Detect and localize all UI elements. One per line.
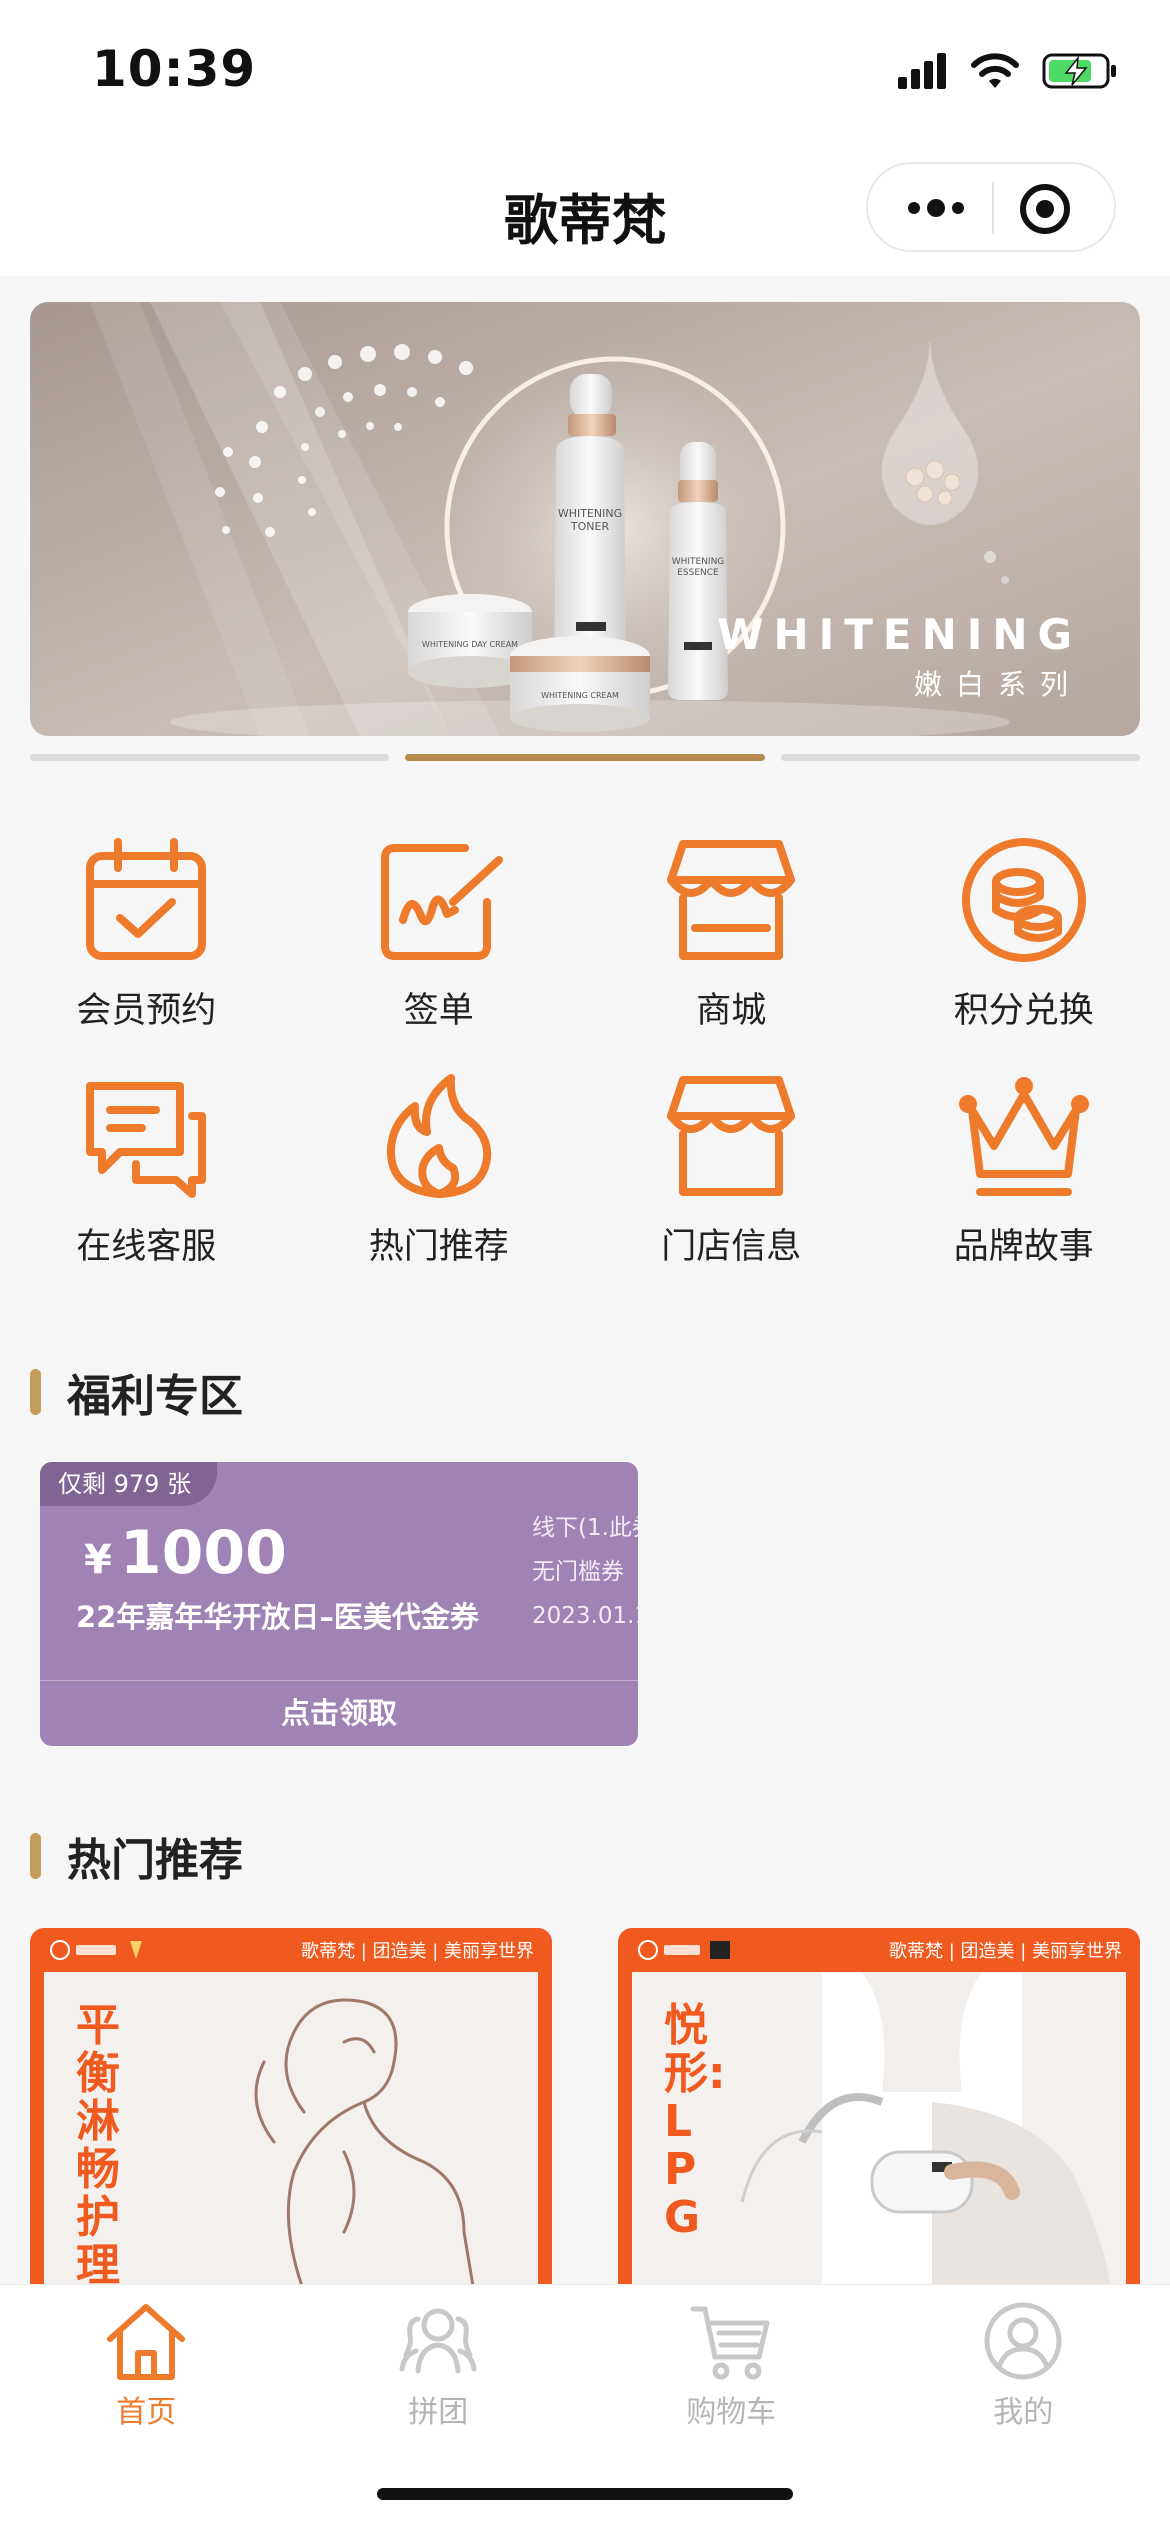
menu-item-store-info[interactable]: 门店信息	[585, 1066, 878, 1302]
banner-caption: WHITENING 嫩白系列	[717, 610, 1082, 703]
cart-icon	[689, 2299, 773, 2383]
welfare-section-header: 福利专区	[30, 1360, 243, 1424]
svg-text:WHITENING: WHITENING	[672, 557, 725, 567]
menu-item-hot-recommend[interactable]: 热门推荐	[293, 1066, 586, 1302]
wifi-icon	[970, 52, 1020, 90]
status-bar: 10:39	[0, 0, 1170, 140]
nav-bar: 歌蒂梵	[0, 140, 1170, 276]
banner-indicators	[30, 754, 1140, 762]
target-icon	[1018, 182, 1072, 236]
card-image: 悦形:LPG	[632, 1972, 1126, 2284]
calendar-check-icon	[76, 830, 216, 970]
status-time: 10:39	[92, 40, 256, 98]
coupon-value: 1000	[120, 1518, 287, 1588]
banner-indicator[interactable]	[781, 754, 1140, 761]
card-vertical-title: 平衡淋畅护理	[76, 2002, 126, 2284]
capsule-divider	[992, 182, 994, 234]
menu-item-label: 签单	[404, 982, 474, 1033]
coupon-name: 22年嘉年华开放日–医美代金券	[76, 1594, 479, 1636]
svg-text:WHITENING CREAM: WHITENING CREAM	[541, 691, 619, 700]
card-header-tags: 歌蒂梵 | 团造美 | 美丽享世界	[889, 1937, 1122, 1963]
promo-banner[interactable]: WHITENING TONER WHITENING ESSENCE WHITEN…	[30, 302, 1140, 736]
hot-card-lpg[interactable]: 歌蒂梵 | 团造美 | 美丽享世界 悦形:LPG	[618, 1928, 1140, 2284]
tab-group-buy[interactable]: 拼团	[292, 2299, 585, 2431]
menu-item-mall[interactable]: 商城	[585, 830, 878, 1066]
menu-item-online-service[interactable]: 在线客服	[0, 1066, 293, 1302]
more-dots-icon	[906, 198, 966, 218]
tab-cart[interactable]: 购物车	[585, 2299, 878, 2431]
store-icon	[661, 830, 801, 970]
home-indicator	[377, 2488, 793, 2500]
banner-subtitle: 嫩白系列	[717, 663, 1082, 703]
menu-item-label: 品牌故事	[954, 1218, 1094, 1269]
tab-profile[interactable]: 我的	[877, 2299, 1170, 2431]
tab-label: 拼团	[408, 2387, 468, 2431]
svg-text:WHITENING: WHITENING	[558, 507, 622, 520]
function-grid: 会员预约 签单 商城	[0, 830, 1170, 1302]
card-image: 平衡淋畅护理	[44, 1972, 538, 2284]
svg-text:TONER: TONER	[570, 520, 610, 533]
banner-indicator[interactable]	[30, 754, 389, 761]
menu-item-label: 商城	[696, 982, 766, 1033]
profile-icon	[981, 2299, 1065, 2383]
brand-logo-icon	[636, 1937, 756, 1963]
hot-section-title: 热门推荐	[67, 1824, 243, 1888]
hot-section-header: 热门推荐	[30, 1824, 243, 1888]
menu-item-label: 会员预约	[76, 982, 216, 1033]
svg-text:ESSENCE: ESSENCE	[677, 568, 719, 578]
flame-icon	[369, 1066, 509, 1206]
section-accent-bar	[30, 1833, 41, 1879]
menu-item-label: 在线客服	[76, 1218, 216, 1269]
section-accent-bar	[30, 1369, 41, 1415]
banner-indicator-active[interactable]	[405, 754, 764, 761]
coupon-remaining-badge: 仅剩 979 张	[40, 1462, 217, 1506]
status-icons	[898, 52, 1118, 90]
svg-text:WHITENING DAY CREAM: WHITENING DAY CREAM	[422, 640, 518, 649]
card-header-tags: 歌蒂梵 | 团造美 | 美丽享世界	[301, 1937, 534, 1963]
signal-icon	[898, 53, 948, 89]
banner-title: WHITENING	[717, 610, 1082, 659]
coupon-rules: 线下(1.此券 无门槛券 2023.01.12	[532, 1506, 638, 1638]
coupon-rule-line: 无门槛券	[532, 1550, 638, 1594]
welfare-section-title: 福利专区	[67, 1360, 243, 1424]
battery-charging-icon	[1042, 52, 1118, 90]
menu-item-sign-order[interactable]: 签单	[293, 830, 586, 1066]
signature-icon	[369, 830, 509, 970]
tab-label: 购物车	[686, 2387, 776, 2431]
menu-item-brand-story[interactable]: 品牌故事	[878, 1066, 1170, 1302]
menu-item-label: 热门推荐	[369, 1218, 509, 1269]
coupon-rule-line: 2023.01.12	[532, 1594, 638, 1638]
coins-icon	[954, 830, 1094, 970]
hot-card-balance-care[interactable]: 歌蒂梵 | 团造美 | 美丽享世界 平衡淋畅护理	[30, 1928, 552, 2284]
menu-item-points-exchange[interactable]: 积分兑换	[878, 830, 1170, 1066]
more-button[interactable]	[894, 184, 978, 232]
group-icon	[396, 2299, 480, 2383]
card-header: 歌蒂梵 | 团造美 | 美丽享世界	[30, 1928, 552, 1972]
menu-item-label: 积分兑换	[954, 982, 1094, 1033]
tab-label: 首页	[116, 2387, 176, 2431]
tab-label: 我的	[993, 2387, 1053, 2431]
coupon-rule-line: 线下(1.此券	[532, 1506, 638, 1550]
card-vertical-title: 悦形:LPG	[664, 2002, 714, 2242]
claim-coupon-button[interactable]: 点击领取	[40, 1682, 638, 1746]
close-mini-program-button[interactable]	[1018, 182, 1072, 236]
chat-bubbles-icon	[76, 1066, 216, 1206]
home-icon	[104, 2299, 188, 2383]
mini-program-capsule	[866, 162, 1116, 252]
coupon-currency: ¥	[84, 1537, 112, 1583]
tab-home[interactable]: 首页	[0, 2299, 293, 2431]
shop-awning-icon	[661, 1066, 801, 1206]
coupon-card[interactable]: 仅剩 979 张 ¥ 1000 22年嘉年华开放日–医美代金券 线下(1.此券 …	[40, 1462, 638, 1746]
coupon-amount: ¥ 1000	[84, 1518, 287, 1588]
card-header: 歌蒂梵 | 团造美 | 美丽享世界	[618, 1928, 1140, 1972]
menu-item-label: 门店信息	[661, 1218, 801, 1269]
coupon-divider	[40, 1680, 638, 1681]
brand-logo-icon	[48, 1937, 168, 1963]
crown-icon	[954, 1066, 1094, 1206]
menu-item-member-booking[interactable]: 会员预约	[0, 830, 293, 1066]
